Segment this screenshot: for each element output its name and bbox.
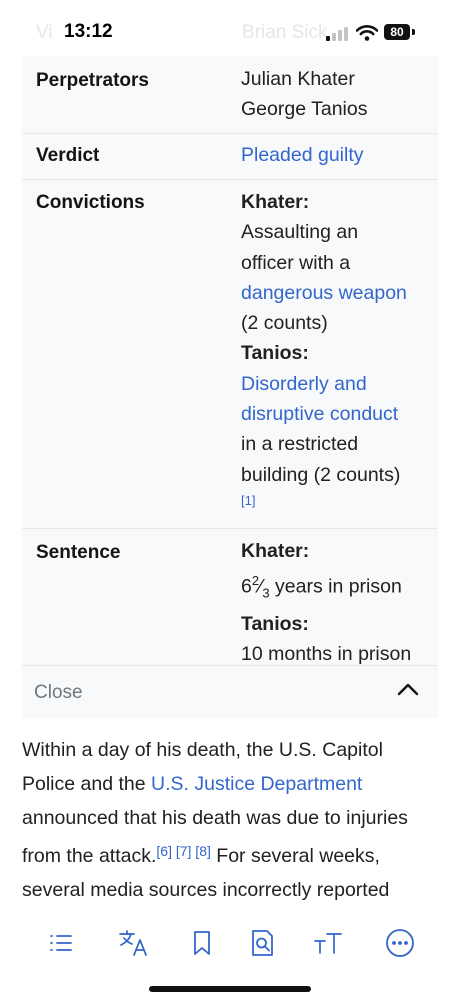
citation-link[interactable]: [1] <box>241 490 431 512</box>
infobox-close-row[interactable]: Close <box>22 666 438 718</box>
perpetrator-name: George Tanios <box>241 98 368 121</box>
tanios-label: Tanios: <box>241 342 309 365</box>
conviction-text: in a restricted <box>241 433 359 456</box>
home-indicator <box>149 986 311 992</box>
infobox-row-verdict: Verdict Pleaded guilty <box>22 133 438 180</box>
row-value: Julian Khater George Tanios <box>241 64 431 125</box>
article-line: Within a day of his death, the U.S. Capi… <box>22 739 383 761</box>
conviction-text: Assaulting an <box>241 221 359 244</box>
close-label[interactable]: Close <box>34 682 83 704</box>
wifi-icon <box>356 25 378 41</box>
reference-links[interactable]: [6] [7] [8] <box>156 843 210 859</box>
tanios-label: Tanios: <box>241 612 309 635</box>
chevron-up-icon[interactable] <box>397 682 419 696</box>
infobox-row-convictions: Convictions Khater: Assaulting an office… <box>22 180 438 529</box>
status-bar: Vi Brian Sick 13:12 80 <box>0 0 460 62</box>
row-value: Khater: 62⁄3 years in prison Tanios: 10 … <box>241 536 431 670</box>
article-line: Police and the U.S. Justice Department <box>22 772 363 795</box>
find-in-page-icon[interactable] <box>246 926 280 960</box>
app-title-ghost: Vi <box>36 22 53 43</box>
status-time: 13:12 <box>64 21 113 42</box>
disorderly-conduct-link[interactable]: Disorderly and <box>241 369 431 399</box>
more-icon[interactable] <box>383 926 417 960</box>
khater-sentence: 62⁄3 years in prison <box>241 573 402 601</box>
conviction-text: (2 counts) <box>241 312 328 335</box>
conviction-text: building (2 counts) <box>241 463 401 486</box>
infobox-row-sentence: Sentence Khater: 62⁄3 years in prison Ta… <box>22 528 438 666</box>
khater-label: Khater: <box>241 191 310 213</box>
khater-label: Khater: <box>241 540 310 562</box>
row-value: Khater: Assaulting an officer with a dan… <box>241 187 431 512</box>
article-line: from the attack.[6] [7] [8] For several … <box>22 843 380 868</box>
perpetrator-name: Julian Khater <box>241 68 355 90</box>
page-title-ghost: Brian Sick <box>242 22 328 43</box>
cellular-signal-icon <box>326 26 350 41</box>
row-label: Convictions <box>36 192 145 213</box>
text-size-icon[interactable] <box>311 926 345 960</box>
infobox-row-perpetrators: Perpetrators Julian Khater George Tanios <box>22 56 438 134</box>
translate-icon[interactable] <box>117 926 151 960</box>
justice-department-link[interactable]: U.S. Justice Department <box>151 773 362 795</box>
list-icon[interactable] <box>44 926 78 960</box>
row-label: Verdict <box>36 145 100 166</box>
bookmark-icon[interactable] <box>185 926 219 960</box>
conviction-text: officer with a <box>241 251 351 274</box>
dangerous-weapon-link[interactable]: dangerous weapon <box>241 278 431 308</box>
row-label: Perpetrators <box>36 70 149 91</box>
verdict-link[interactable]: Pleaded guilty <box>241 140 431 170</box>
battery-indicator: 80 <box>384 24 410 40</box>
infobox: Perpetrators Julian Khater George Tanios… <box>22 56 438 718</box>
disorderly-conduct-link[interactable]: disruptive conduct <box>241 399 431 429</box>
battery-tip <box>412 29 415 35</box>
row-label: Sentence <box>36 542 121 563</box>
article-line: several media sources incorrectly report… <box>22 879 390 902</box>
article-body: Within a day of his death, the U.S. Capi… <box>22 734 442 916</box>
article-line: announced that his death was due to inju… <box>22 806 408 829</box>
row-value: Pleaded guilty <box>241 140 431 170</box>
article-line: Sicknick had died after being struck in … <box>22 908 442 916</box>
